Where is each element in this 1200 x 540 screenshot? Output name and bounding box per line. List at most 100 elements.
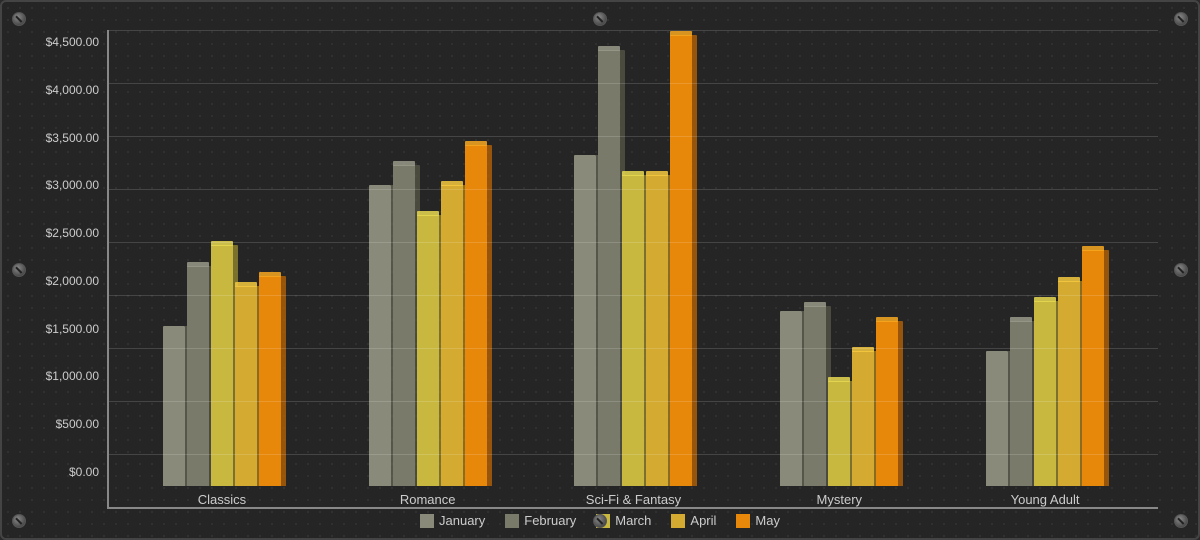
bar-feb	[598, 50, 620, 486]
grid-line	[109, 30, 1158, 31]
bars-row	[986, 35, 1104, 486]
y-axis-label: $500.00	[56, 417, 99, 431]
bar-may	[876, 321, 898, 486]
bar-wrapper	[235, 35, 257, 486]
legend-swatch-may	[736, 514, 750, 528]
y-axis-label: $4,500.00	[46, 35, 99, 49]
category-group: Classics	[163, 35, 281, 507]
bar-wrapper	[986, 35, 1008, 486]
bar-wrapper	[163, 35, 185, 486]
bar-wrapper	[187, 35, 209, 486]
bar-apr	[646, 175, 668, 486]
grid-line	[109, 295, 1158, 296]
bar-wrapper	[852, 35, 874, 486]
category-label: Classics	[198, 492, 246, 507]
legend-item-apr: April	[671, 513, 716, 528]
bar-apr	[852, 351, 874, 486]
bar-wrapper	[1010, 35, 1032, 486]
y-axis: $4,500.00$4,000.00$3,500.00$3,000.00$2,5…	[32, 30, 107, 509]
y-axis-label: $4,000.00	[46, 83, 99, 97]
category-label: Young Adult	[1011, 492, 1080, 507]
bar-jan	[986, 351, 1008, 486]
screw-top-left	[12, 12, 26, 26]
bar-wrapper	[211, 35, 233, 486]
y-axis-label: $0.00	[69, 465, 99, 479]
bar-mar	[1034, 301, 1056, 486]
grid-line	[109, 189, 1158, 190]
bar-wrapper	[670, 35, 692, 486]
legend-item-jan: January	[420, 513, 485, 528]
bar-wrapper	[441, 35, 463, 486]
category-group: Young Adult	[986, 35, 1104, 507]
bar-wrapper	[1034, 35, 1056, 486]
grid-line	[109, 83, 1158, 84]
bar-wrapper	[393, 35, 415, 486]
legend-label-jan: January	[439, 513, 485, 528]
bar-mar	[828, 381, 850, 486]
bar-mar	[211, 245, 233, 486]
screw-top-right	[1174, 12, 1188, 26]
screw-mid-left	[12, 263, 26, 277]
bar-wrapper	[465, 35, 487, 486]
bar-mar	[622, 175, 644, 486]
legend-label-may: May	[755, 513, 780, 528]
bar-wrapper	[828, 35, 850, 486]
grid-line	[109, 242, 1158, 243]
y-axis-label: $2,000.00	[46, 274, 99, 288]
bar-wrapper	[598, 35, 620, 486]
bar-feb	[393, 165, 415, 486]
grid-line	[109, 348, 1158, 349]
bar-wrapper	[369, 35, 391, 486]
grid-line	[109, 136, 1158, 137]
bar-wrapper	[646, 35, 668, 486]
screw-bottom-right	[1174, 514, 1188, 528]
screw-top-mid	[593, 12, 607, 26]
bars-row	[574, 35, 692, 486]
legend-item-feb: February	[505, 513, 576, 528]
bar-jan	[780, 311, 802, 486]
legend-label-feb: February	[524, 513, 576, 528]
bar-feb	[1010, 321, 1032, 486]
y-axis-label: $2,500.00	[46, 226, 99, 240]
legend-label-mar: March	[615, 513, 651, 528]
bar-apr	[235, 286, 257, 486]
category-group: Romance	[369, 35, 487, 507]
bar-wrapper	[1082, 35, 1104, 486]
category-label: Sci-Fi & Fantasy	[586, 492, 681, 507]
legend-label-apr: April	[690, 513, 716, 528]
bar-may	[465, 145, 487, 486]
bar-feb	[187, 266, 209, 486]
chart-area: $4,500.00$4,000.00$3,500.00$3,000.00$2,5…	[12, 30, 1188, 509]
bar-feb	[804, 306, 826, 486]
bar-wrapper	[804, 35, 826, 486]
bars-row	[163, 35, 281, 486]
bar-wrapper	[876, 35, 898, 486]
bar-wrapper	[417, 35, 439, 486]
chart-inner: Classics Romance Sci-Fi & Fantasy Mystery Yo…	[107, 30, 1158, 509]
screw-bottom-mid	[593, 514, 607, 528]
grid-line	[109, 401, 1158, 402]
category-group: Mystery	[780, 35, 898, 507]
grid-and-bars: Classics Romance Sci-Fi & Fantasy Mystery Yo…	[107, 30, 1158, 509]
legend-swatch-jan	[420, 514, 434, 528]
grid-line	[109, 454, 1158, 455]
category-label: Mystery	[817, 492, 863, 507]
bar-wrapper	[574, 35, 596, 486]
screw-mid-right	[1174, 263, 1188, 277]
bar-jan	[163, 326, 185, 486]
bar-may	[1082, 250, 1104, 486]
bar-wrapper	[1058, 35, 1080, 486]
chart-container: $4,500.00$4,000.00$3,500.00$3,000.00$2,5…	[0, 0, 1200, 540]
category-group: Sci-Fi & Fantasy	[574, 35, 692, 507]
bars-row	[780, 35, 898, 486]
bar-wrapper	[259, 35, 281, 486]
legend-item-may: May	[736, 513, 780, 528]
bar-apr	[441, 185, 463, 486]
bars-row	[369, 35, 487, 486]
bar-wrapper	[622, 35, 644, 486]
bar-wrapper	[780, 35, 802, 486]
legend-swatch-apr	[671, 514, 685, 528]
bar-jan	[574, 155, 596, 486]
y-axis-label: $1,000.00	[46, 369, 99, 383]
bar-may	[670, 35, 692, 486]
